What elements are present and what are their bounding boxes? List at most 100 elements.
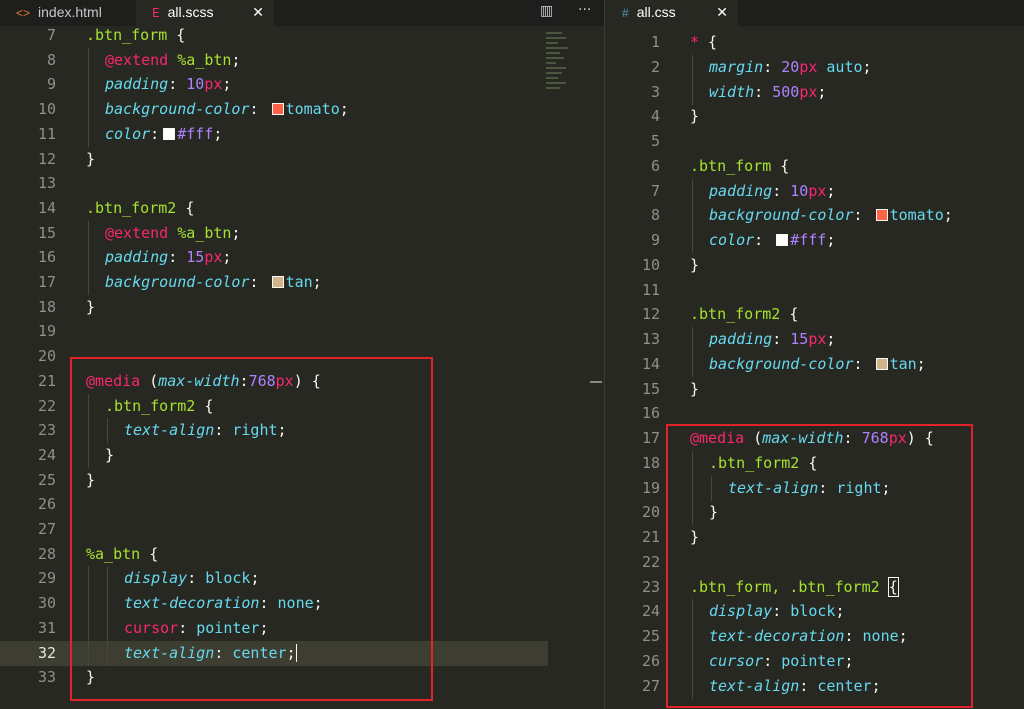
code-token: ;: [259, 618, 269, 637]
code-line[interactable]: 17 @media (max-width: 768px) {: [604, 426, 1024, 451]
color-swatch[interactable]: [163, 127, 176, 140]
code-text: .btn_form2 {: [709, 451, 817, 476]
minimap[interactable]: [546, 32, 570, 94]
code-line[interactable]: 8 background-color: tomato;: [604, 203, 1024, 229]
code-line[interactable]: 20}: [604, 500, 1024, 526]
code-line[interactable]: 14 background-color: tan;: [604, 351, 1024, 377]
code-line[interactable]: 18}: [0, 295, 604, 320]
line-number: 16: [37, 248, 56, 267]
code-line[interactable]: 25 text-decoration: none;: [604, 624, 1024, 649]
code-line[interactable]: 11 color: #fff;: [0, 121, 604, 147]
code-line[interactable]: 3 width: 500px;: [604, 79, 1024, 105]
code-line[interactable]: 2 margin: 20px auto;: [604, 54, 1024, 80]
code-line[interactable]: 4}: [604, 104, 1024, 129]
code-line[interactable]: 19: [0, 319, 604, 344]
color-swatch[interactable]: [875, 357, 888, 370]
text-cursor: [295, 644, 297, 662]
scrollbar-marker[interactable]: [590, 381, 602, 383]
code-line[interactable]: 9 color: #fff;: [604, 228, 1024, 253]
code-line[interactable]: 14 .btn_form2 {: [0, 196, 604, 221]
code-line[interactable]: 12 .btn_form2 {: [604, 302, 1024, 327]
color-swatch[interactable]: [271, 103, 284, 116]
code-token: %a_btn: [86, 544, 141, 563]
code-token: }: [86, 297, 96, 316]
code-token: px: [808, 330, 827, 348]
code-line[interactable]: 5: [604, 129, 1024, 154]
close-icon[interactable]: ✕: [252, 0, 264, 24]
code-line[interactable]: 22 .btn_form2 {: [0, 393, 604, 419]
editor-window: <> index.html ⴹ all.scss ✕ ▥ ··· # all.css …: [0, 0, 1024, 709]
code-line[interactable]: 33}: [0, 665, 604, 690]
line-number: 15: [37, 223, 56, 242]
line-number: 16: [641, 404, 660, 423]
code-text: }: [690, 525, 699, 550]
tab-all-scss[interactable]: ⴹ all.scss ✕: [136, 0, 274, 26]
code-line[interactable]: 9 padding: 10px;: [0, 72, 604, 98]
code-token: ;: [231, 50, 241, 69]
code-line[interactable]: 27 text-align: center;: [604, 673, 1024, 699]
code-line[interactable]: 15 @extend %a_btn;: [0, 220, 604, 246]
code-line[interactable]: 29 display: block;: [0, 566, 604, 592]
code-token: ;: [881, 478, 891, 497]
code-token: px: [799, 82, 818, 101]
indent-guide: [88, 72, 89, 98]
code-line[interactable]: 23 text-align: right;: [0, 418, 604, 444]
code-line[interactable]: 24}: [0, 442, 604, 468]
code-line[interactable]: 30 text-decoration: none;: [0, 591, 604, 617]
code-line[interactable]: 25}: [0, 468, 604, 493]
color-swatch[interactable]: [776, 234, 789, 246]
line-number: 4: [650, 107, 660, 126]
pane-divider[interactable]: [604, 0, 605, 709]
code-line[interactable]: 7 padding: 10px;: [604, 178, 1024, 204]
code-token: @media: [86, 371, 141, 390]
code-line[interactable]: 10}: [604, 253, 1024, 278]
code-line[interactable]: 17 background-color: tan;: [0, 270, 604, 295]
code-line[interactable]: 31 cursor: pointer;: [0, 615, 604, 641]
code-token: margin: [709, 57, 764, 76]
code-line[interactable]: 7 .btn_form {: [0, 26, 604, 48]
code-line[interactable]: 6 .btn_form {: [604, 154, 1024, 179]
code-line[interactable]: 32 text-align: center;: [0, 640, 548, 666]
code-line[interactable]: 27: [0, 517, 604, 542]
code-line[interactable]: 16: [604, 401, 1024, 426]
code-line[interactable]: 11: [604, 278, 1024, 303]
code-line[interactable]: 24 display: block;: [604, 599, 1024, 625]
code-line[interactable]: 26 cursor: pointer;: [604, 648, 1024, 674]
code-line[interactable]: 19 text-align: right;: [604, 475, 1024, 501]
code-line[interactable]: 10 background-color: tomato;: [0, 97, 604, 123]
line-number: 22: [641, 552, 660, 571]
code-line[interactable]: 21 @media (max-width:768px) {: [0, 369, 604, 394]
code-line[interactable]: 13 padding: 15px;: [604, 327, 1024, 352]
code-line[interactable]: 28 %a_btn {: [0, 542, 604, 567]
code-line[interactable]: 13: [0, 171, 604, 196]
color-swatch[interactable]: [875, 209, 888, 222]
code-line[interactable]: 22: [604, 550, 1024, 575]
code-line[interactable]: 21}: [604, 525, 1024, 550]
more-actions-icon[interactable]: ···: [578, 2, 591, 18]
code-line[interactable]: 20: [0, 344, 604, 369]
code-line[interactable]: 12}: [0, 147, 604, 172]
tab-index-html[interactable]: <> index.html: [0, 0, 136, 26]
color-swatch[interactable]: [271, 276, 284, 288]
line-number: 24: [641, 602, 660, 621]
code-text: .btn_form2 {: [105, 394, 213, 419]
split-editor-icon[interactable]: ▥: [540, 3, 553, 19]
code-token: 10: [790, 181, 809, 200]
close-icon[interactable]: ✕: [716, 0, 728, 24]
code-token: :: [178, 618, 197, 637]
scss-editor-pane[interactable]: 7 .btn_form {8 @extend %a_btn; 9 padding: 10…: [0, 26, 604, 709]
code-line[interactable]: 1 * {: [604, 30, 1024, 55]
code-text: color: #fff;: [709, 228, 835, 253]
code-line[interactable]: 26: [0, 492, 604, 517]
code-line[interactable]: 18 .btn_form2 {: [604, 450, 1024, 476]
code-token: none: [277, 594, 314, 613]
code-token: background-color: [105, 100, 250, 119]
code-line[interactable]: 15}: [604, 377, 1024, 402]
code-line[interactable]: 16 padding: 15px;: [0, 245, 604, 271]
line-number: 9: [650, 231, 660, 249]
line-number: 21: [37, 371, 56, 390]
css-editor-pane[interactable]: 1 * {2 margin: 20px auto; 3 width: 500px; 4} 5…: [604, 26, 1024, 709]
code-line[interactable]: 23 .btn_form, .btn_form2 {: [604, 575, 1024, 600]
tab-all-css[interactable]: # all.css ✕: [604, 0, 738, 26]
code-line[interactable]: 8 @extend %a_btn;: [0, 47, 604, 73]
